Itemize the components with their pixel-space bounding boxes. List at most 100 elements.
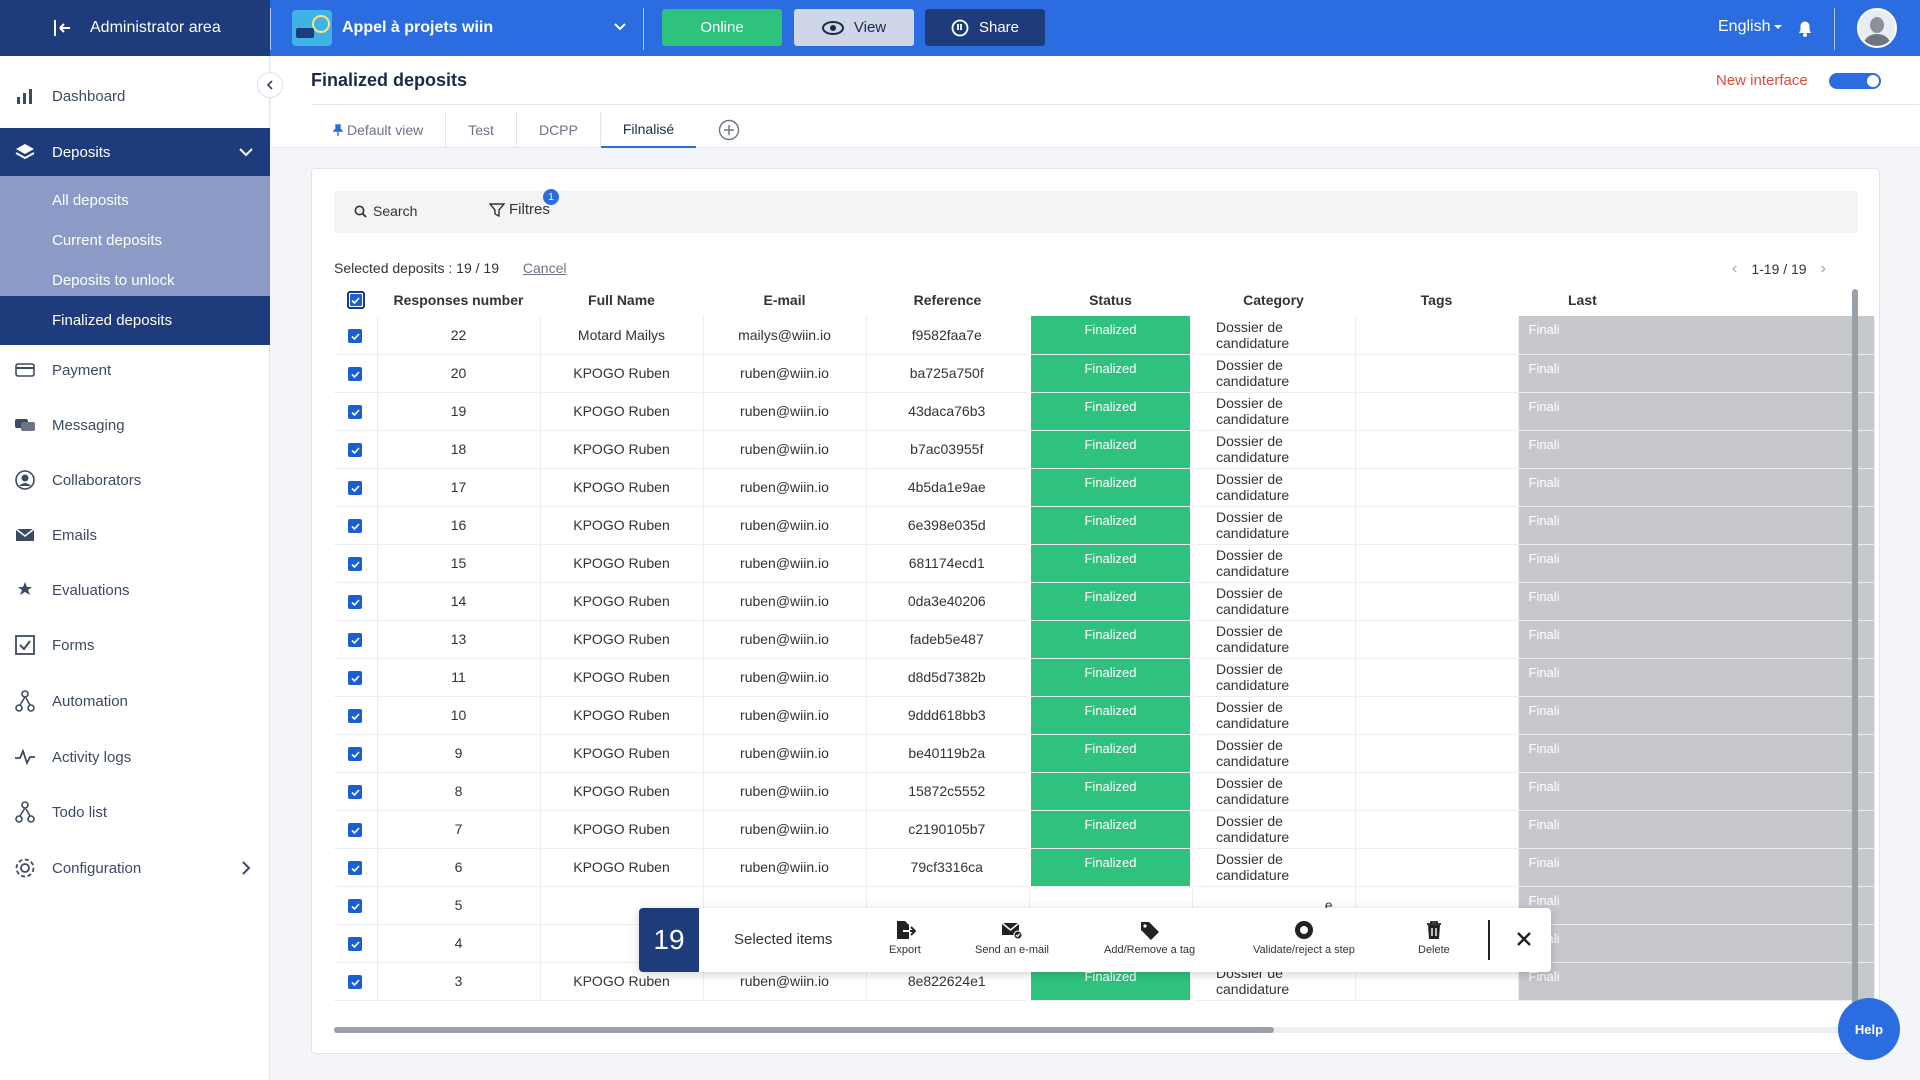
- filters-button[interactable]: Filtres: [489, 201, 550, 218]
- row-select-cell[interactable]: [334, 430, 378, 469]
- row-checkbox[interactable]: [348, 595, 363, 610]
- row-checkbox[interactable]: [348, 329, 363, 343]
- column-header[interactable]: E-mail: [703, 284, 866, 316]
- column-header[interactable]: Status: [1029, 284, 1192, 316]
- sidebar-item-todo-list[interactable]: Todo list: [0, 788, 270, 836]
- row-checkbox[interactable]: [348, 671, 363, 686]
- sidebar-item-collaborators[interactable]: Collaborators: [0, 456, 270, 504]
- row-select-cell[interactable]: [334, 734, 378, 773]
- row-select-cell[interactable]: [334, 392, 378, 431]
- row-checkbox[interactable]: [348, 481, 363, 496]
- chevron-down-icon[interactable]: [614, 20, 626, 32]
- column-header[interactable]: Category: [1192, 284, 1355, 316]
- row-select-cell[interactable]: [334, 506, 378, 545]
- sidebar-item-evaluations[interactable]: Evaluations: [0, 566, 270, 614]
- row-select-cell[interactable]: [334, 696, 378, 735]
- table-row[interactable]: 19 KPOGO Ruben ruben@wiin.io 43daca76b3 Fina…: [334, 392, 1875, 431]
- administrator-area-link[interactable]: Administrator area: [0, 0, 270, 56]
- validate-reject-step-button[interactable]: Validate/reject a step: [1253, 920, 1355, 956]
- prev-page-icon[interactable]: ‹: [1732, 260, 1737, 278]
- table-row[interactable]: 18 KPOGO Ruben ruben@wiin.io b7ac03955f Fina…: [334, 430, 1875, 469]
- tab-default-view[interactable]: Default view: [311, 112, 447, 148]
- column-header[interactable]: Last: [1518, 284, 1874, 316]
- tab-test[interactable]: Test: [446, 112, 517, 148]
- table-row[interactable]: 15 KPOGO Ruben ruben@wiin.io 681174ecd1 Fina…: [334, 544, 1875, 583]
- collapse-sidebar-button[interactable]: [257, 72, 283, 98]
- row-checkbox[interactable]: [348, 785, 363, 800]
- sidebar-item-payment[interactable]: Payment: [0, 346, 270, 394]
- tab-dcpp[interactable]: DCPP: [517, 112, 601, 148]
- export-button[interactable]: Export: [889, 920, 921, 956]
- row-select-cell[interactable]: [334, 848, 378, 887]
- row-checkbox[interactable]: [348, 443, 363, 458]
- sidebar-item-messaging[interactable]: Messaging: [0, 401, 270, 449]
- add-remove-tag-button[interactable]: Add/Remove a tag: [1104, 920, 1195, 956]
- column-header[interactable]: Full Name: [540, 284, 703, 316]
- bell-icon[interactable]: [1795, 18, 1815, 38]
- row-select-cell[interactable]: [334, 582, 378, 621]
- tab-finalise[interactable]: Filnalisé: [600, 112, 697, 148]
- table-row[interactable]: 10 KPOGO Ruben ruben@wiin.io 9ddd618bb3 Fina…: [334, 696, 1875, 735]
- view-button[interactable]: View: [794, 9, 914, 46]
- close-icon[interactable]: [1513, 928, 1535, 950]
- table-row[interactable]: 17 KPOGO Ruben ruben@wiin.io 4b5da1e9ae Fina…: [334, 468, 1875, 507]
- row-checkbox[interactable]: [348, 709, 363, 724]
- row-checkbox[interactable]: [348, 633, 363, 648]
- table-row[interactable]: 7 KPOGO Ruben ruben@wiin.io c2190105b7 Final…: [334, 810, 1875, 849]
- share-button[interactable]: Share: [925, 9, 1045, 46]
- row-select-cell[interactable]: [334, 886, 378, 925]
- row-checkbox[interactable]: [348, 975, 363, 990]
- send-email-button[interactable]: Send an e-mail: [975, 920, 1049, 956]
- row-checkbox[interactable]: [348, 747, 363, 762]
- row-select-cell[interactable]: [334, 468, 378, 507]
- table-row[interactable]: 13 KPOGO Ruben ruben@wiin.io fadeb5e487 Fina…: [334, 620, 1875, 659]
- row-select-cell[interactable]: [334, 772, 378, 811]
- horizontal-scrollbar[interactable]: [334, 1027, 1874, 1033]
- row-select-cell[interactable]: [334, 962, 378, 1001]
- sidebar-item-emails[interactable]: Emails: [0, 511, 270, 559]
- row-select-cell[interactable]: [334, 620, 378, 659]
- row-select-cell[interactable]: [334, 354, 378, 393]
- column-header[interactable]: Reference: [866, 284, 1029, 316]
- row-checkbox[interactable]: [348, 557, 363, 572]
- column-header[interactable]: Tags: [1355, 284, 1518, 316]
- online-button[interactable]: Online: [662, 9, 782, 46]
- row-checkbox[interactable]: [348, 367, 363, 382]
- project-selector[interactable]: Appel à projets wiin: [292, 10, 493, 46]
- add-tab-icon[interactable]: [718, 119, 740, 141]
- row-select-cell[interactable]: [334, 924, 378, 963]
- next-page-icon[interactable]: ›: [1821, 260, 1826, 278]
- table-row[interactable]: 22 Motard Mailys mailys@wiin.io f9582faa7e F…: [334, 316, 1875, 355]
- help-button[interactable]: Help: [1838, 998, 1900, 1060]
- cancel-selection-link[interactable]: Cancel: [523, 260, 567, 276]
- sidebar-subitem-finalized-deposits[interactable]: Finalized deposits: [0, 296, 270, 345]
- delete-button[interactable]: Delete: [1418, 920, 1450, 956]
- row-checkbox[interactable]: [348, 937, 363, 952]
- language-selector[interactable]: English: [1718, 18, 1783, 36]
- select-all-header[interactable]: [334, 284, 377, 316]
- sidebar-item-automation[interactable]: Automation: [0, 677, 270, 725]
- select-all-checkbox[interactable]: [346, 291, 365, 310]
- table-row[interactable]: 9 KPOGO Ruben ruben@wiin.io be40119b2a Final…: [334, 734, 1875, 773]
- search-button[interactable]: Search: [354, 203, 417, 219]
- sidebar-item-deposits[interactable]: Deposits: [0, 128, 270, 176]
- avatar[interactable]: [1857, 8, 1897, 48]
- row-checkbox[interactable]: [348, 899, 363, 914]
- row-checkbox[interactable]: [348, 405, 363, 420]
- new-interface-toggle[interactable]: [1829, 73, 1881, 89]
- table-row[interactable]: 20 KPOGO Ruben ruben@wiin.io ba725a750f Fina…: [334, 354, 1875, 393]
- row-checkbox[interactable]: [348, 823, 363, 838]
- row-checkbox[interactable]: [348, 861, 363, 876]
- sidebar-item-activity-logs[interactable]: Activity logs: [0, 733, 270, 781]
- row-select-cell[interactable]: [334, 544, 378, 583]
- row-checkbox[interactable]: [348, 519, 363, 534]
- row-select-cell[interactable]: [334, 810, 378, 849]
- table-row[interactable]: 6 KPOGO Ruben ruben@wiin.io 79cf3316ca Final…: [334, 848, 1875, 887]
- sidebar-item-forms[interactable]: Forms: [0, 621, 270, 669]
- table-row[interactable]: 14 KPOGO Ruben ruben@wiin.io 0da3e40206 Fina…: [334, 582, 1875, 621]
- sidebar-item-configuration[interactable]: Configuration: [0, 844, 270, 892]
- table-row[interactable]: 11 KPOGO Ruben ruben@wiin.io d8d5d7382b Fina…: [334, 658, 1875, 697]
- vertical-scrollbar[interactable]: [1852, 289, 1858, 1029]
- sidebar-item-dashboard[interactable]: Dashboard: [0, 72, 270, 120]
- row-select-cell[interactable]: [334, 658, 378, 697]
